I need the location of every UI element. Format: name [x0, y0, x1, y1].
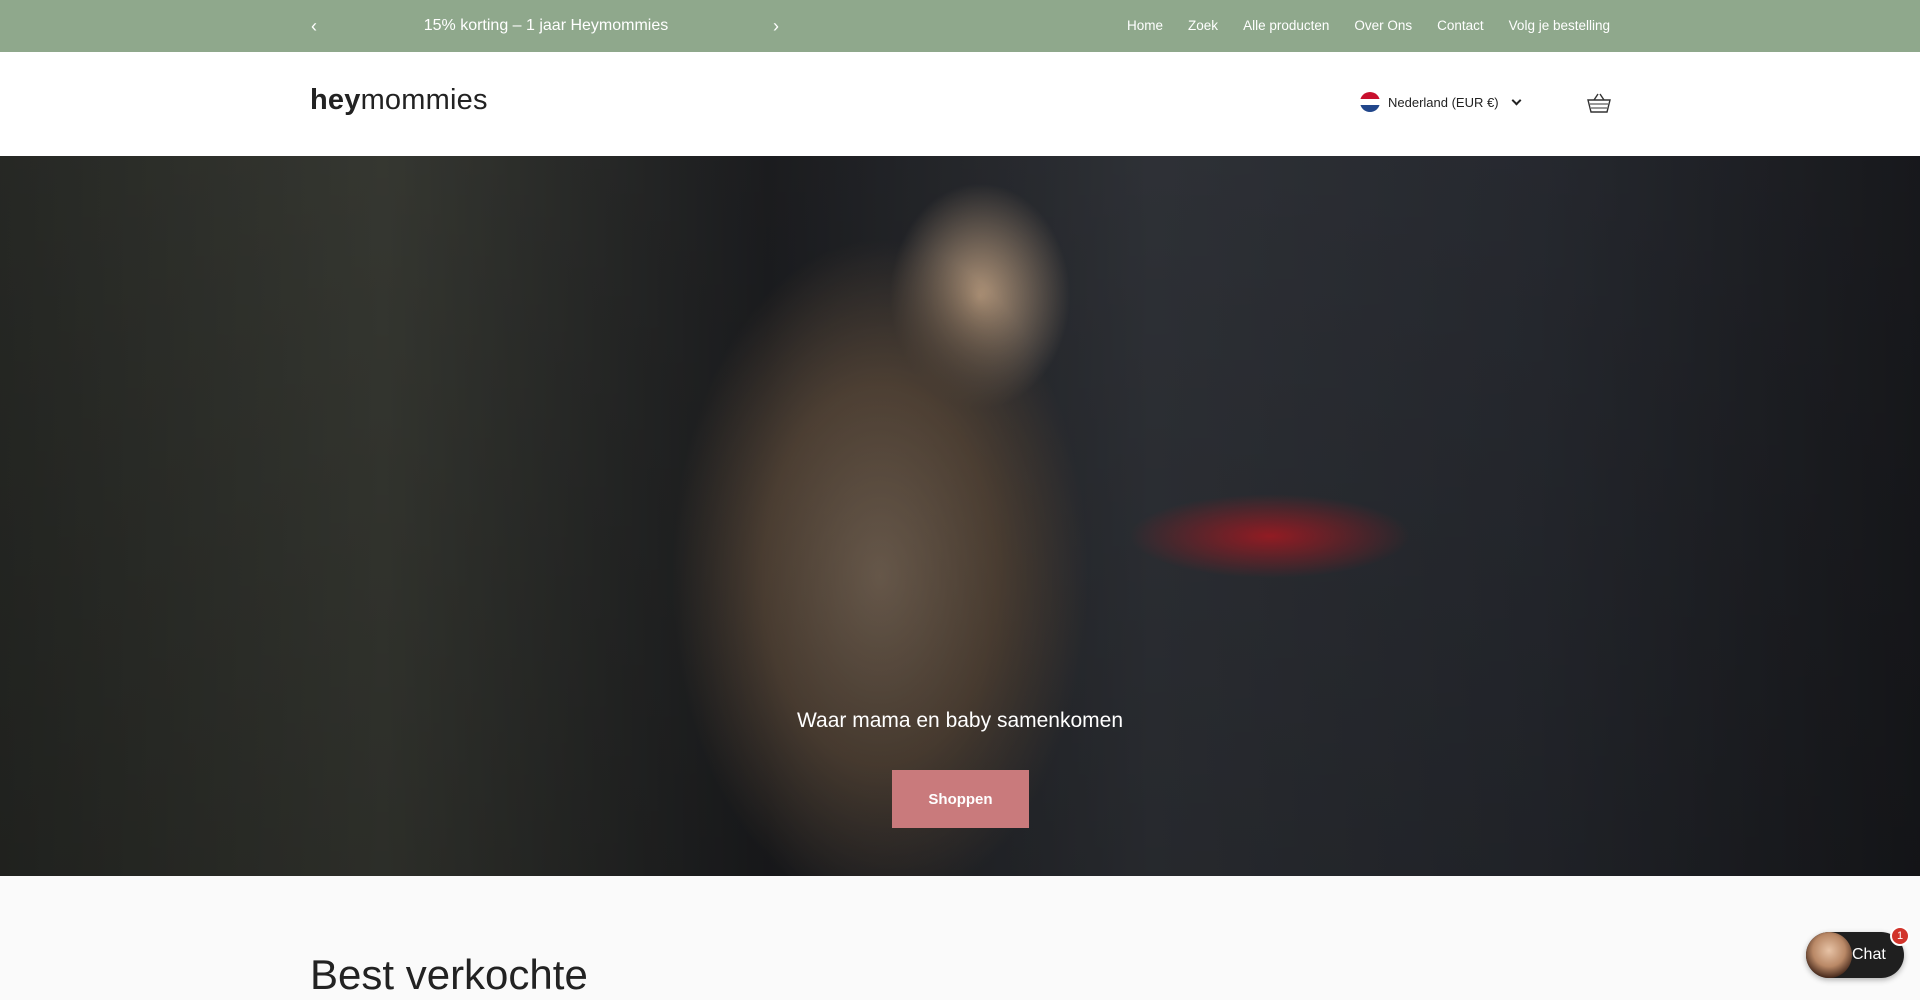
logo-bold: hey [310, 84, 361, 116]
basket-icon[interactable] [1586, 92, 1612, 114]
country-label: Nederland (EUR €) [1388, 94, 1499, 110]
nav-search[interactable]: Zoek [1188, 18, 1218, 33]
nav-track-order[interactable]: Volg je bestelling [1509, 18, 1610, 33]
hero-banner: Waar mama en baby samenkomen Shoppen [0, 156, 1920, 876]
chevron-down-icon [1511, 95, 1521, 105]
nav-all-products[interactable]: Alle producten [1243, 18, 1329, 33]
shop-button[interactable]: Shoppen [892, 770, 1029, 828]
netherlands-flag-icon [1360, 92, 1380, 112]
chat-avatar [1806, 932, 1852, 978]
logo-light: mommies [360, 84, 488, 116]
hero-image [0, 156, 1920, 876]
announcement-message: 15% korting – 1 jaar Heymommies [423, 17, 669, 34]
chat-label: Chat [1852, 946, 1886, 963]
chevron-right-icon[interactable]: › [766, 14, 786, 38]
country-selector[interactable]: Nederland (EUR €) [1360, 92, 1521, 112]
notification-badge: 1 [1890, 926, 1910, 946]
nav-about[interactable]: Over Ons [1354, 18, 1412, 33]
chevron-left-icon[interactable]: ‹ [304, 14, 324, 38]
nav-contact[interactable]: Contact [1437, 18, 1484, 33]
site-header: heymommies Nederland (EUR €) [0, 52, 1920, 156]
top-navigation: Home Zoek Alle producten Over Ons Contac… [1127, 18, 1610, 33]
chat-widget-button[interactable]: Chat 1 [1806, 926, 1910, 978]
announcement-bar: ‹ 15% korting – 1 jaar Heymommies › Home… [0, 0, 1920, 52]
hero-heading: Waar mama en baby samenkomen [796, 709, 1124, 732]
nav-home[interactable]: Home [1127, 18, 1163, 33]
logo[interactable]: heymommies [310, 84, 488, 117]
